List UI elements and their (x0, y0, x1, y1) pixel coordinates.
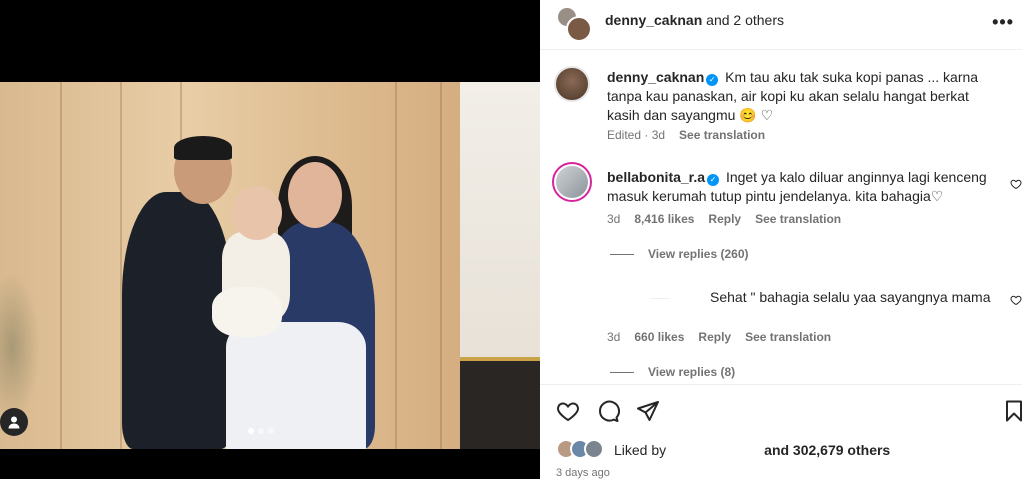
comment-text-block: Sehat " bahagia selalu yaa sayangnya mam… (710, 288, 1000, 307)
like-comment-heart-icon[interactable] (1010, 294, 1022, 306)
hidden-username-placeholder (650, 298, 670, 299)
tagged-users-button[interactable] (0, 408, 28, 436)
view-replies-button[interactable]: View replies (260) (610, 247, 749, 261)
caption-edited: Edited · 3d (607, 128, 666, 142)
side-table (460, 357, 540, 449)
comment-bubble-icon[interactable] (596, 399, 620, 423)
user-icon (8, 416, 20, 429)
more-options-icon[interactable]: ••• (992, 12, 1014, 33)
liked-by: Liked by and 302,679 others (556, 439, 890, 461)
author-username[interactable]: denny_caknan (605, 12, 702, 28)
wall-slat (440, 82, 442, 449)
comment-age: 3d (607, 330, 621, 344)
comment-age: 3d (607, 212, 621, 226)
liker-avatars[interactable] (556, 439, 608, 461)
save-bookmark-icon[interactable] (1002, 399, 1022, 423)
post-timestamp[interactable]: 3 days ago (556, 467, 610, 479)
wall-slat (395, 82, 397, 449)
liked-by-label: Liked by (614, 442, 667, 458)
action-bar: Liked by and 302,679 others 3 days ago (540, 384, 1022, 479)
avatar[interactable] (554, 66, 590, 102)
comment-likes[interactable]: 660 likes (634, 330, 684, 344)
likes-count-link[interactable]: and 302,679 others (764, 442, 890, 458)
see-translation-link[interactable]: See translation (679, 128, 765, 142)
view-replies-label[interactable]: View replies (260) (648, 247, 749, 261)
author-line: denny_caknan and 2 others (605, 12, 784, 28)
man-hair (174, 136, 232, 160)
like-heart-icon[interactable] (556, 399, 580, 423)
post-photo[interactable] (0, 82, 540, 449)
plant (0, 272, 40, 422)
post-media[interactable] (0, 0, 540, 479)
verified-badge-icon: ✓ (707, 174, 720, 186)
view-replies-label[interactable]: View replies (8) (648, 365, 735, 379)
reply-button[interactable]: Reply (708, 212, 741, 226)
comment-text-block: bellabonita_r.a ✓ Inget ya kalo diluar an… (607, 168, 1000, 206)
avatar[interactable] (566, 16, 592, 42)
view-replies-button[interactable]: View replies (8) (610, 365, 735, 379)
verified-badge-icon: ✓ (706, 74, 719, 86)
comment-username[interactable]: bellabonita_r.a (607, 169, 705, 185)
woman-skirt (226, 322, 366, 449)
comment-item: bellabonita_r.a ✓ Inget ya kalo diluar an… (540, 160, 1022, 270)
share-paper-plane-icon[interactable] (636, 399, 660, 423)
comment-meta: 3d 660 likes Reply See translation (607, 330, 831, 344)
see-translation-link[interactable]: See translation (755, 212, 841, 226)
coauthors-link[interactable]: and 2 others (706, 12, 784, 28)
author-avatars[interactable] (556, 6, 592, 42)
like-comment-heart-icon[interactable] (1010, 178, 1022, 190)
baby-head (232, 186, 282, 240)
caption-text-block: denny_caknan ✓ Km tau aku tak suka kopi p… (607, 68, 1000, 125)
reply-button[interactable]: Reply (698, 330, 731, 344)
wall-slat (60, 82, 62, 449)
avatar-story-ring[interactable] (552, 162, 592, 202)
comment-text: Sehat " bahagia selalu yaa sayangnya mam… (710, 289, 991, 305)
carousel-dot[interactable] (268, 428, 274, 434)
avatar[interactable] (584, 439, 604, 459)
comment-item: Sehat " bahagia selalu yaa sayangnya mam… (540, 284, 1022, 384)
post-panel: denny_caknan and 2 others ••• denny_cakn… (540, 0, 1022, 479)
comment-meta: 3d 8,416 likes Reply See translation (607, 212, 841, 226)
avatar (556, 166, 588, 198)
post-header: denny_caknan and 2 others ••• (540, 0, 1022, 50)
divider (610, 253, 634, 255)
divider (610, 371, 634, 373)
carousel-dots (248, 428, 274, 434)
see-translation-link[interactable]: See translation (745, 330, 831, 344)
woman-head (288, 162, 342, 228)
carousel-dot[interactable] (258, 428, 264, 434)
carousel-dot[interactable] (248, 428, 254, 434)
caption-meta: Edited · 3d See translation (607, 128, 765, 142)
comment-likes[interactable]: 8,416 likes (634, 212, 694, 226)
caption-username[interactable]: denny_caknan (607, 69, 704, 85)
caption: denny_caknan ✓ Km tau aku tak suka kopi p… (540, 64, 1022, 148)
baby-legs (212, 287, 282, 337)
